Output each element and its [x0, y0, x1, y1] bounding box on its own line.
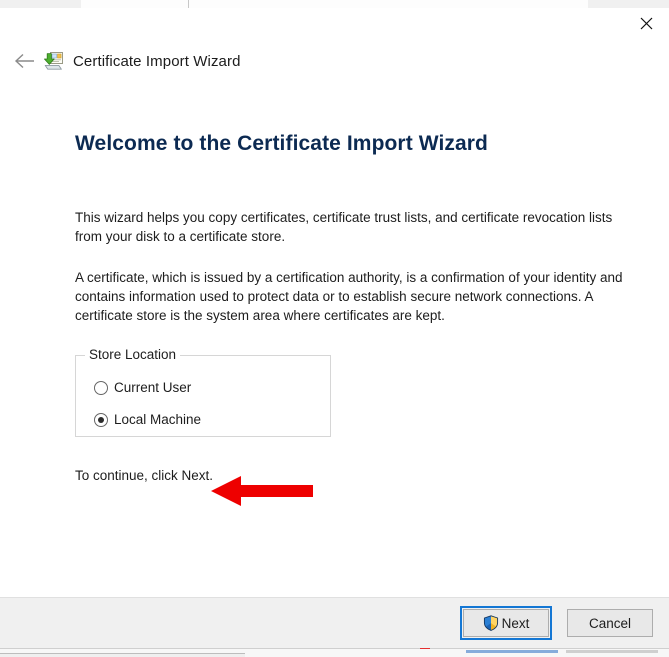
background-window-bottom-gray-bar [566, 650, 658, 653]
wizard-content-pane: Welcome to the Certificate Import Wizard… [0, 80, 669, 597]
page-title: Welcome to the Certificate Import Wizard [75, 132, 488, 155]
window-title: Certificate Import Wizard [73, 52, 241, 70]
title-bar [0, 8, 669, 42]
radio-button-local-machine[interactable] [94, 412, 108, 427]
certificate-import-icon [44, 52, 63, 70]
cancel-button-label: Cancel [588, 615, 632, 631]
background-window-bottom-blue-bar [466, 650, 558, 653]
store-location-legend: Store Location [85, 347, 181, 362]
annotation-arrow-left-icon [211, 476, 313, 506]
intro-paragraph-2: A certificate, which is issued by a cert… [75, 270, 623, 323]
radio-label-local-machine: Local Machine [114, 412, 202, 427]
intro-paragraph-1: This wizard helps you copy certificates,… [75, 210, 613, 244]
dialog-footer: Next Cancel [0, 597, 669, 648]
cancel-button[interactable]: Cancel [567, 609, 653, 637]
uac-shield-icon [483, 615, 498, 631]
radio-button-current-user[interactable] [94, 380, 108, 395]
navigation-bar: Certificate Import Wizard [0, 42, 669, 80]
close-icon[interactable] [623, 8, 669, 38]
continue-instruction: To continue, click Next. [75, 468, 214, 483]
certificate-import-wizard-window: Certificate Import Wizard Welcome to the… [0, 8, 669, 648]
radio-label-current-user: Current User [114, 380, 192, 395]
store-location-group-box: Store Location Current User Local Machin… [75, 347, 331, 437]
next-button[interactable]: Next [460, 606, 552, 640]
radio-option-local-machine[interactable]: Local Machine [76, 408, 330, 431]
background-window-bottom-left [0, 653, 245, 657]
back-arrow-icon[interactable] [11, 47, 39, 75]
radio-option-current-user[interactable]: Current User [76, 376, 330, 399]
next-button-label: Next [501, 615, 530, 631]
